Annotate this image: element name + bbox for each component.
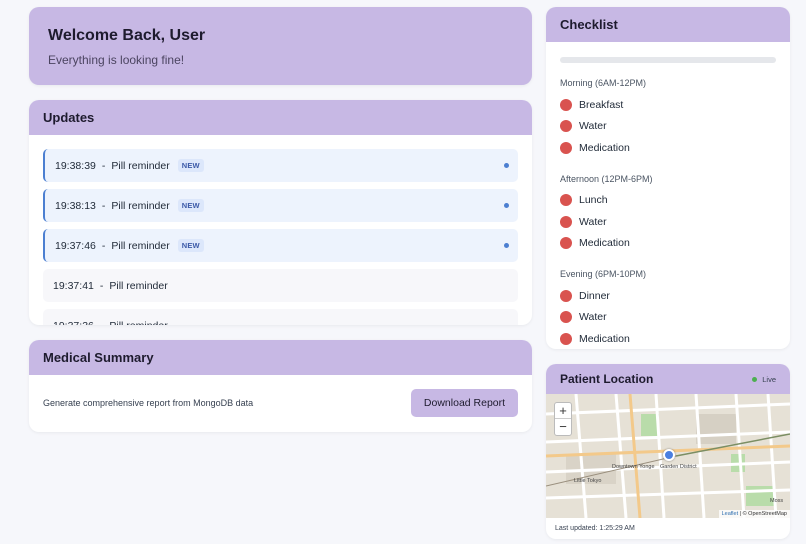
- map-label-district: Garden District: [660, 464, 697, 470]
- status-dot-icon: [560, 98, 572, 111]
- patient-location-card: Patient Location Live + − Garden Distric…: [546, 364, 790, 539]
- zoom-control: + −: [554, 402, 572, 436]
- checklist-section: Evening (6PM-10PM) Dinner Water Medication: [546, 269, 790, 349]
- status-dot-icon: [560, 311, 572, 324]
- checklist-item[interactable]: Medication: [560, 328, 776, 349]
- update-time: 19:37:41: [53, 279, 94, 292]
- status-dot-icon: [560, 215, 572, 228]
- checklist-item-label: Water: [579, 215, 607, 228]
- checklist-item[interactable]: Dinner: [560, 285, 776, 307]
- update-item[interactable]: 19:37:46- Pill reminder NEW: [43, 229, 518, 262]
- checklist-item[interactable]: Medication: [560, 233, 776, 255]
- checklist-item-label: Dinner: [579, 289, 610, 302]
- unread-dot-icon: [504, 203, 509, 208]
- updates-header: Updates: [29, 100, 532, 135]
- live-dot-icon: [752, 376, 758, 382]
- status-dot-icon: [560, 237, 572, 250]
- update-time: 19:37:36: [53, 320, 94, 326]
- update-separator: -: [101, 239, 106, 252]
- medical-summary-card: Medical Summary Generate comprehensive r…: [29, 340, 532, 432]
- leaflet-link[interactable]: Leaflet: [722, 511, 739, 517]
- checklist-card: Checklist Morning (6AM-12PM) Breakfast Wat…: [546, 7, 790, 349]
- update-text: Pill reminder: [111, 159, 170, 172]
- status-dot-icon: [560, 289, 572, 302]
- status-dot-icon: [560, 194, 572, 207]
- checklist-item[interactable]: Water: [560, 211, 776, 233]
- map-attribution: Leaflet | © OpenStreetMap: [718, 510, 790, 518]
- updates-card: Updates 19:38:39- Pill reminder NEW 19:38:1…: [29, 100, 532, 325]
- checklist-item[interactable]: Water: [560, 307, 776, 329]
- download-report-button[interactable]: Download Report: [411, 389, 518, 417]
- checklist-section-title: Evening (6PM-10PM): [560, 269, 647, 279]
- updates-list[interactable]: 19:38:39- Pill reminder NEW 19:38:13- Pill r…: [29, 135, 532, 325]
- osm-attribution: | © OpenStreetMap: [739, 511, 787, 517]
- medical-summary-title: Medical Summary: [43, 350, 154, 365]
- checklist-section: Morning (6AM-12PM) Breakfast Water Medicati…: [546, 78, 790, 159]
- update-separator: -: [101, 159, 106, 172]
- checklist-item[interactable]: Breakfast: [560, 94, 776, 116]
- welcome-card: Welcome Back, User Everything is looking…: [29, 7, 532, 85]
- update-text: Pill reminder: [109, 320, 167, 326]
- checklist-item-label: Medication: [579, 332, 630, 345]
- checklist-item-label: Medication: [579, 141, 630, 154]
- update-item[interactable]: 19:38:13- Pill reminder NEW: [43, 189, 518, 222]
- status-dot-icon: [560, 120, 572, 133]
- update-text: Pill reminder: [111, 239, 170, 252]
- update-separator: -: [100, 320, 104, 326]
- last-updated-text: Last updated: 1:25:29 AM: [555, 525, 635, 532]
- new-badge: NEW: [177, 239, 204, 252]
- update-text: Pill reminder: [111, 199, 170, 212]
- update-item[interactable]: 19:37:41- Pill reminder: [43, 269, 518, 302]
- new-badge: NEW: [177, 159, 204, 172]
- checklist-item[interactable]: Medication: [560, 137, 776, 159]
- zoom-in-button[interactable]: +: [555, 403, 571, 419]
- checklist-progress-bar: [560, 57, 776, 63]
- patient-location-marker[interactable]: [663, 449, 675, 461]
- update-item[interactable]: 19:37:36-Pill reminder: [43, 309, 518, 325]
- patient-location-header: Patient Location Live: [546, 364, 790, 394]
- updates-title: Updates: [43, 110, 95, 125]
- patient-location-title: Patient Location: [560, 372, 654, 386]
- unread-dot-icon: [504, 243, 509, 248]
- checklist-title: Checklist: [560, 17, 618, 32]
- zoom-out-button[interactable]: −: [555, 419, 571, 435]
- checklist-header: Checklist: [546, 7, 790, 42]
- unread-dot-icon: [504, 163, 509, 168]
- update-time: 19:38:39: [55, 159, 96, 172]
- checklist-section: Afternoon (12PM-6PM) Lunch Water Medication: [546, 174, 790, 255]
- update-separator: -: [101, 199, 106, 212]
- status-dot-icon: [560, 141, 572, 154]
- map-label-moss: Moss: [770, 498, 784, 504]
- update-separator: -: [99, 279, 104, 292]
- medical-summary-header: Medical Summary: [29, 340, 532, 375]
- checklist-section-title: Morning (6AM-12PM): [560, 78, 647, 88]
- checklist-section-title: Afternoon (12PM-6PM): [560, 173, 653, 184]
- update-time: 19:38:13: [55, 199, 96, 212]
- update-time: 19:37:46: [55, 239, 96, 252]
- checklist-item-label: Medication: [579, 237, 630, 250]
- checklist-item-label: Lunch: [579, 194, 608, 207]
- checklist-item-label: Water: [579, 120, 607, 133]
- update-text: Pill reminder: [109, 279, 168, 292]
- checklist-item-label: Water: [579, 311, 607, 324]
- welcome-title: Welcome Back, User: [48, 27, 206, 44]
- live-indicator: Live: [752, 375, 776, 384]
- map-label-downtown: Downtown Yonge: [612, 464, 655, 470]
- checklist-item[interactable]: Lunch: [560, 190, 776, 212]
- map[interactable]: + − Garden District Downtown Yonge Littl…: [546, 394, 790, 518]
- map-label-little-tokyo: Little Tokyo: [574, 478, 602, 484]
- welcome-subtitle: Everything is looking fine!: [48, 53, 185, 67]
- checklist-item[interactable]: Water: [560, 116, 776, 138]
- medical-summary-description: Generate comprehensive report from Mongo…: [43, 398, 254, 408]
- live-label: Live: [762, 374, 776, 384]
- update-item[interactable]: 19:38:39- Pill reminder NEW: [43, 149, 518, 182]
- new-badge: NEW: [177, 199, 204, 212]
- checklist-item-label: Breakfast: [579, 98, 624, 111]
- status-dot-icon: [560, 332, 572, 345]
